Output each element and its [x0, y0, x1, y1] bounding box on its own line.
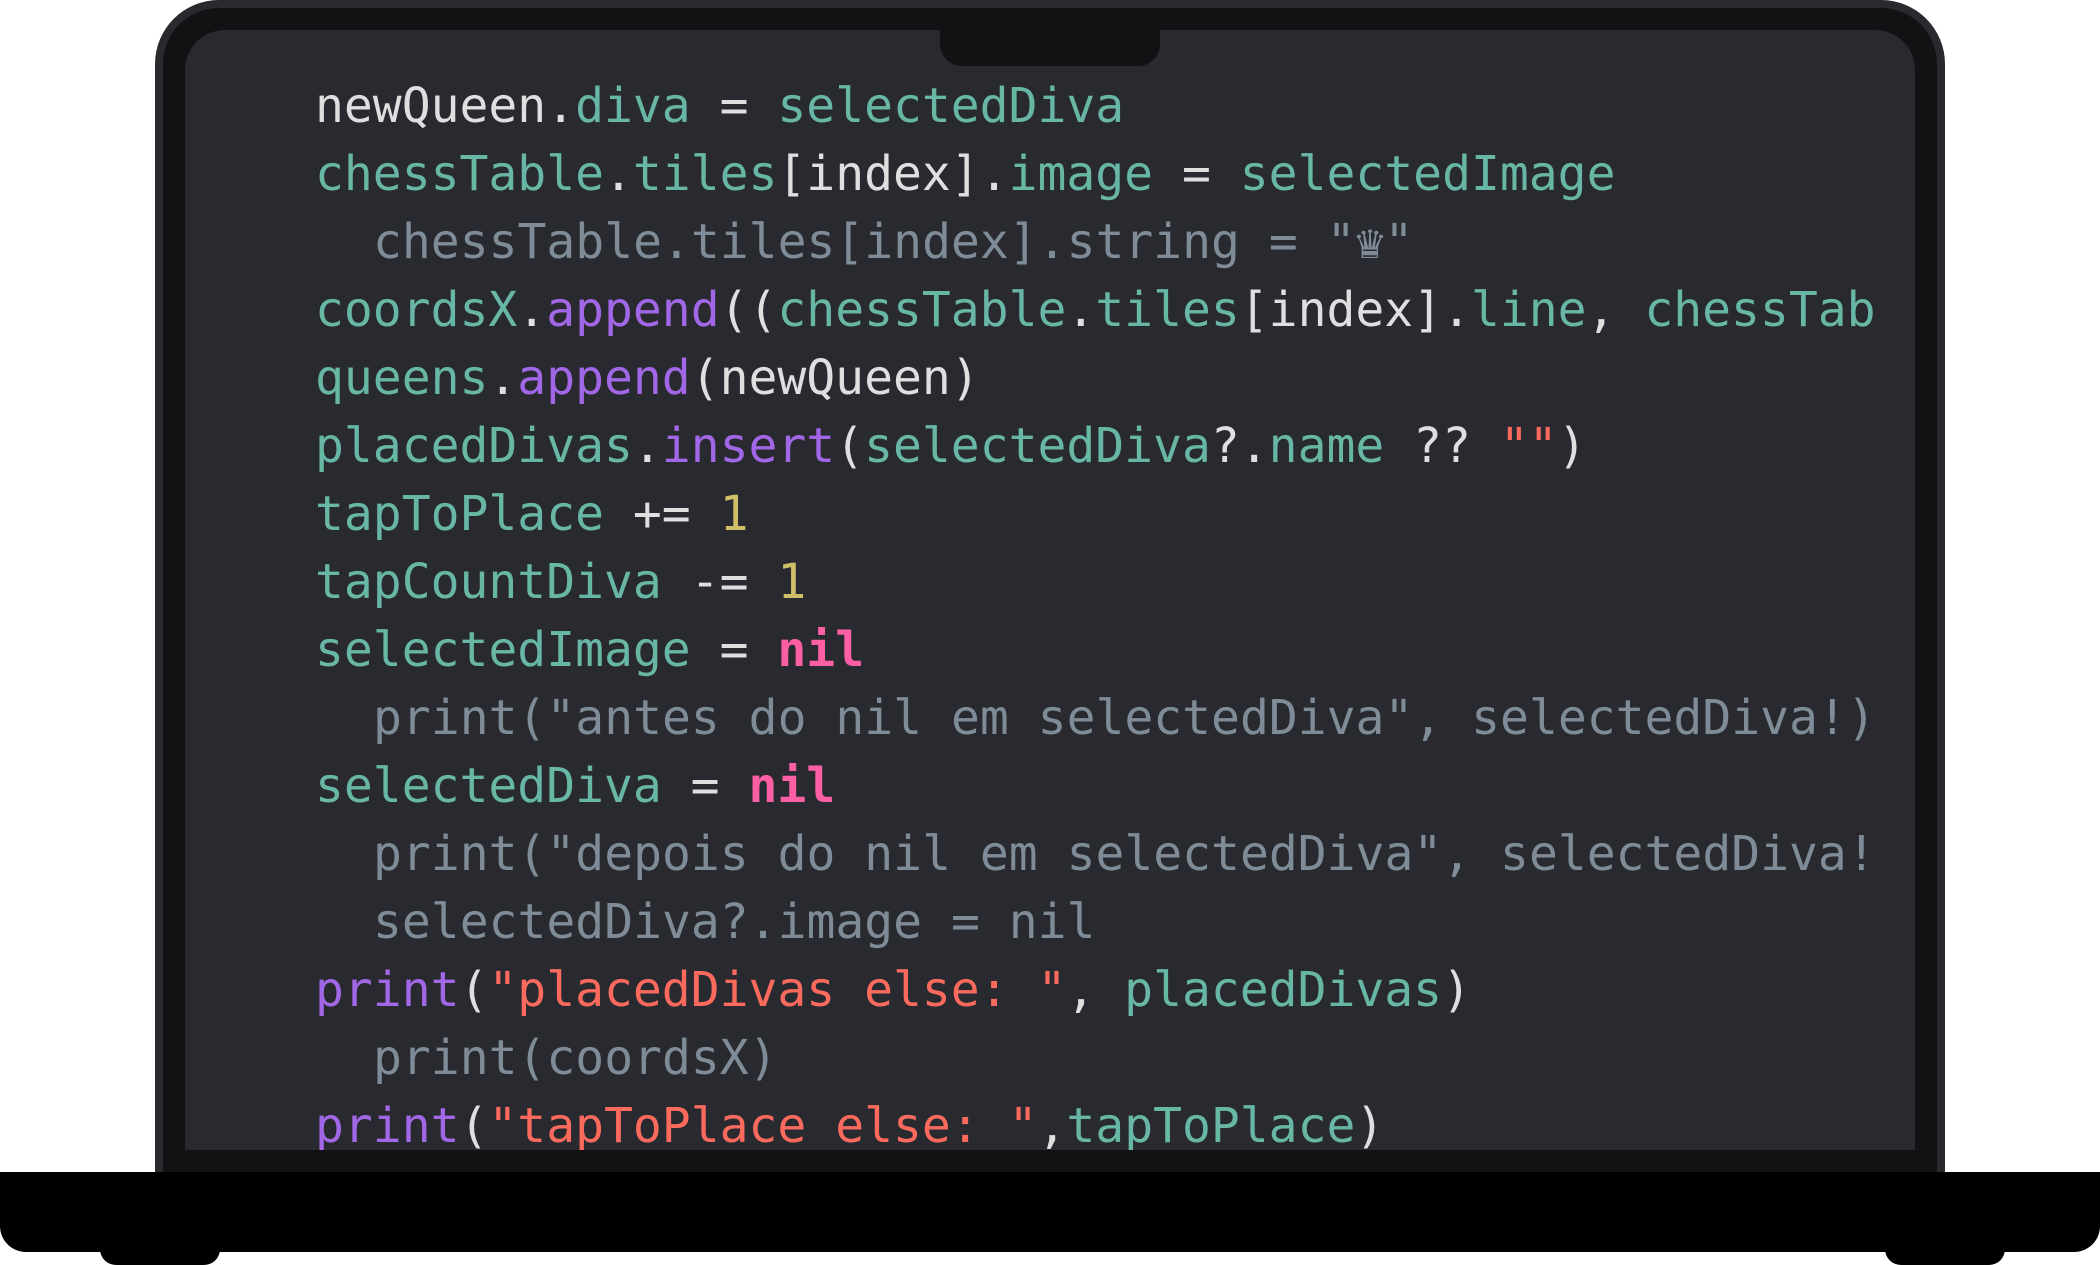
code-token: (	[459, 962, 489, 1018]
code-token: ??	[1384, 418, 1500, 474]
code-token: selectedDiva	[864, 418, 1211, 474]
code-token: queens	[315, 350, 489, 406]
code-token: print("depois do nil em selectedDiva", s…	[373, 826, 1876, 882]
code-token: append	[546, 282, 720, 338]
code-line-4: coordsX.append((chessTable.tiles[index].…	[185, 276, 1876, 344]
code-token: placedDivas	[315, 418, 633, 474]
code-token: name	[1268, 418, 1385, 474]
code-token: nil	[777, 622, 865, 678]
code-token: -=	[661, 554, 778, 610]
code-token: ,	[1037, 1098, 1067, 1150]
code-line-9: selectedImage = nil	[185, 616, 864, 684]
code-token: ((	[719, 282, 778, 338]
code-token: print(coordsX)	[373, 1030, 778, 1086]
code-line-10: print("antes do nil em selectedDiva", se…	[185, 684, 1876, 752]
code-token: [index].	[1239, 282, 1471, 338]
code-token: =	[661, 758, 749, 814]
code-line-5: queens.append(newQueen)	[185, 344, 980, 412]
code-token: .	[488, 350, 518, 406]
code-line-14: print("placedDivas else: ", placedDivas)	[185, 956, 1471, 1024]
code-token: append	[517, 350, 691, 406]
code-token: =	[690, 78, 778, 134]
code-token: =	[690, 622, 778, 678]
code-token: 1	[777, 554, 807, 610]
code-line-3: chessTable.tiles[index].string = "♛"	[185, 208, 1413, 276]
code-line-6: placedDivas.insert(selectedDiva?.name ??…	[185, 412, 1587, 480]
code-token: print	[315, 1098, 460, 1150]
code-token: selectedDiva	[777, 78, 1125, 134]
code-line-13: selectedDiva?.image = nil	[185, 888, 1095, 956]
code-editor-screen: newQueen.diva = selectedDiva chessTable.…	[185, 30, 1915, 1150]
code-token: "placedDivas else: "	[488, 962, 1067, 1018]
code-token: (	[459, 1098, 489, 1150]
code-token: =	[1153, 146, 1240, 202]
code-token: .	[546, 78, 576, 134]
laptop-base	[0, 1172, 2100, 1252]
code-token: insert	[661, 418, 836, 474]
code-token: selectedDiva?.image = nil	[373, 894, 1096, 950]
code-line-8: tapCountDiva -= 1	[185, 548, 806, 616]
code-token: tapCountDiva	[315, 554, 662, 610]
code-token: newQueen	[315, 78, 547, 134]
code-token: print	[315, 962, 460, 1018]
code-token: (	[835, 418, 865, 474]
code-token: )	[1442, 962, 1471, 1018]
code-token: +=	[603, 486, 720, 542]
code-token: ?.	[1210, 418, 1269, 474]
code-token: (newQueen)	[690, 350, 980, 406]
code-token: ,	[1586, 282, 1645, 338]
code-token: tapToPlace	[315, 486, 604, 542]
code-token: diva	[575, 78, 691, 134]
code-token: [index].	[777, 146, 1009, 202]
code-token: selectedImage	[1239, 146, 1616, 202]
code-token: .	[1066, 282, 1096, 338]
code-token: )	[1557, 418, 1587, 474]
code-line-1: newQueen.diva = selectedDiva	[185, 72, 1124, 140]
code-token: .	[632, 418, 662, 474]
code-area[interactable]: newQueen.diva = selectedDiva chessTable.…	[185, 30, 1915, 1150]
code-token: .	[517, 282, 547, 338]
code-line-12: print("depois do nil em selectedDiva", s…	[185, 820, 1876, 888]
code-token: ""	[1499, 418, 1558, 474]
code-token: chessTable	[315, 146, 604, 202]
code-token: chessTable	[777, 282, 1067, 338]
code-token: tapToPlace	[1066, 1098, 1356, 1150]
code-token: selectedImage	[315, 622, 691, 678]
laptop-foot-left	[100, 1240, 220, 1265]
code-token: "tapToPlace else: "	[488, 1098, 1038, 1150]
laptop-foot-right	[1885, 1240, 2005, 1265]
code-token: .	[603, 146, 633, 202]
camera-notch	[940, 30, 1160, 66]
code-token: )	[1355, 1098, 1385, 1150]
code-token: tiles	[1095, 282, 1240, 338]
code-token: ,	[1066, 962, 1125, 1018]
code-token: line	[1470, 282, 1587, 338]
code-line-7: tapToPlace += 1	[185, 480, 748, 548]
code-token: chessTable.tiles[index].string = "♛"	[373, 214, 1414, 270]
code-token: nil	[748, 758, 836, 814]
code-token: print("antes do nil em selectedDiva", se…	[373, 690, 1876, 746]
code-line-15: print(coordsX)	[185, 1024, 778, 1092]
code-token: chessTab	[1644, 282, 1876, 338]
code-token: selectedDiva	[315, 758, 662, 814]
code-token: placedDivas	[1124, 962, 1443, 1018]
code-token: 1	[719, 486, 749, 542]
code-token: coordsX	[315, 282, 518, 338]
code-token: tiles	[632, 146, 778, 202]
closing-brace: }	[195, 1148, 224, 1150]
code-line-2: chessTable.tiles[index].image = selected…	[185, 140, 1615, 208]
code-line-16: print("tapToPlace else: ",tapToPlace)	[185, 1092, 1384, 1150]
code-line-11: selectedDiva = nil	[185, 752, 835, 820]
code-token: image	[1008, 146, 1154, 202]
